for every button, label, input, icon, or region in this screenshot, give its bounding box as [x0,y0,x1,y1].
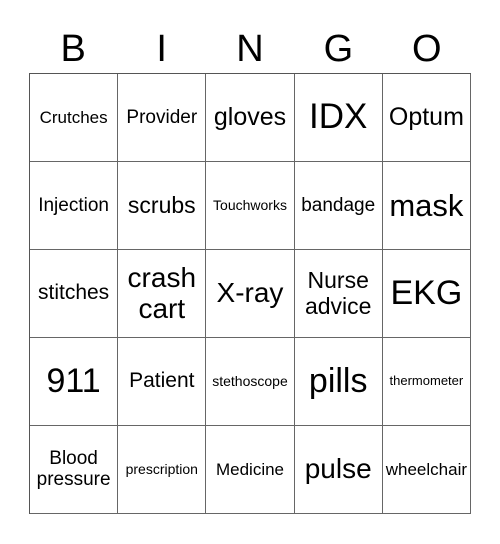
bingo-cell[interactable]: mask [382,162,471,250]
bingo-cell[interactable]: stethoscope [206,338,295,426]
header-letter-g: G [323,28,354,70]
bingo-cell[interactable]: Optum [382,74,471,162]
header-letter-b: B [60,28,86,70]
bingo-cell[interactable]: stitches [30,250,119,338]
bingo-cell[interactable]: IDX [294,74,383,162]
bingo-cell[interactable]: 911 [30,338,119,426]
bingo-cell[interactable]: gloves [206,74,295,162]
bingo-cell[interactable]: prescription [118,426,207,514]
bingo-cell[interactable]: crash cart [118,250,207,338]
bingo-grid: Crutches Provider gloves IDX Optum Injec… [29,73,471,514]
bingo-cell[interactable]: Provider [118,74,207,162]
header-letter-n: N [236,28,264,70]
bingo-cell[interactable]: EKG [382,250,471,338]
header-letter-o: O [412,28,442,70]
bingo-cell[interactable]: Injection [30,162,119,250]
bingo-cell[interactable]: Blood pressure [30,426,119,514]
bingo-cell[interactable]: Medicine [206,426,295,514]
header-letter-i: I [156,28,167,70]
bingo-cell[interactable]: X-ray [206,250,295,338]
bingo-cell[interactable]: pills [294,338,383,426]
bingo-cell[interactable]: wheelchair [382,426,471,514]
bingo-cell[interactable]: bandage [294,162,383,250]
bingo-cell[interactable]: scrubs [118,162,207,250]
bingo-cell[interactable]: Touchworks [206,162,295,250]
bingo-header: B I N G O [29,26,471,72]
bingo-cell[interactable]: Crutches [30,74,119,162]
bingo-cell[interactable]: thermometer [382,338,471,426]
bingo-cell[interactable]: Nurse advice [294,250,383,338]
bingo-cell[interactable]: Patient [118,338,207,426]
bingo-cell[interactable]: pulse [294,426,383,514]
